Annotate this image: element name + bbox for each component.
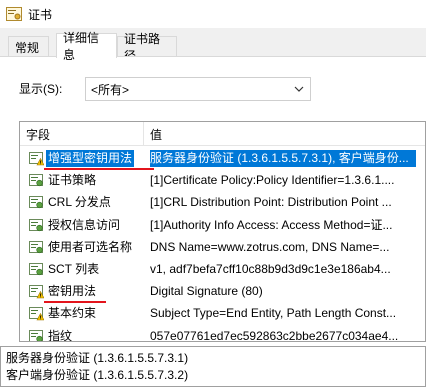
table-row[interactable]: 授权信息访问 [1]Authority Info Access: Access … bbox=[20, 214, 425, 236]
tab-general-label: 常规 bbox=[15, 40, 40, 55]
field-value: [1]CRL Distribution Point: Distribution … bbox=[150, 195, 392, 210]
cert-extension-icon bbox=[29, 196, 43, 209]
tab-certification-path[interactable]: 证书路径 bbox=[117, 32, 177, 63]
column-header-field[interactable]: 字段 bbox=[20, 122, 144, 146]
field-value: DNS Name=www.zotrus.com, DNS Name=... bbox=[150, 239, 390, 254]
field-value: [1]Authority Info Access: Access Method=… bbox=[150, 217, 393, 232]
chevron-down-icon bbox=[294, 86, 304, 92]
tab-details-label: 详细信息 bbox=[63, 31, 100, 62]
show-dropdown-value: <所有> bbox=[91, 82, 130, 97]
tab-general[interactable]: 常规 bbox=[8, 36, 49, 57]
window-title: 证书 bbox=[28, 7, 53, 22]
field-value: Digital Signature (80) bbox=[150, 284, 263, 299]
listview-rows: 增强型密钥用法 服务器身份验证 (1.3.6.1.5.5.7.3.1), 客户端… bbox=[20, 147, 425, 342]
field-name: 基本约束 bbox=[48, 306, 97, 321]
table-row[interactable]: 指纹 057e07761ed7ec592863c2bbe2677c034ae4.… bbox=[20, 325, 425, 342]
column-header-field-label: 字段 bbox=[26, 127, 51, 142]
detail-line: 客户端身份验证 (1.3.6.1.5.5.7.3.2) bbox=[6, 368, 189, 382]
field-name: 证书策略 bbox=[48, 173, 97, 188]
column-header-value[interactable]: 值 bbox=[144, 122, 425, 146]
certificate-icon bbox=[6, 7, 22, 21]
column-header-value-label: 值 bbox=[150, 127, 163, 142]
cert-extension-warning-icon bbox=[29, 152, 44, 166]
table-row[interactable]: 使用者可选名称 DNS Name=www.zotrus.com, DNS Nam… bbox=[20, 236, 425, 258]
show-dropdown[interactable]: <所有> bbox=[85, 77, 311, 101]
field-name: CRL 分发点 bbox=[48, 195, 111, 210]
cert-extension-icon bbox=[29, 307, 44, 321]
field-name: 使用者可选名称 bbox=[48, 239, 133, 254]
annotation-underline bbox=[44, 301, 106, 303]
field-value: v1, adf7befa7cff10c88b9d3d9c1e3e186ab4..… bbox=[150, 261, 391, 276]
field-name: 授权信息访问 bbox=[48, 217, 121, 232]
cert-extension-icon bbox=[29, 329, 43, 341]
table-row[interactable]: SCT 列表 v1, adf7befa7cff10c88b9d3d9c1e3e1… bbox=[20, 258, 425, 280]
table-row[interactable]: CRL 分发点 [1]CRL Distribution Point: Distr… bbox=[20, 191, 425, 213]
window-titlebar: 证书 bbox=[0, 0, 426, 28]
detail-line: 服务器身份验证 (1.3.6.1.5.5.7.3.1) bbox=[6, 351, 189, 365]
field-value: 057e07761ed7ec592863c2bbe2677c034ae4... bbox=[150, 328, 399, 342]
cert-extension-icon bbox=[29, 240, 43, 253]
table-row[interactable]: 增强型密钥用法 服务器身份验证 (1.3.6.1.5.5.7.3.1), 客户端… bbox=[20, 147, 425, 169]
cert-extension-icon bbox=[29, 174, 43, 187]
show-label: 显示(S): bbox=[19, 82, 63, 96]
table-row[interactable]: 证书策略 [1]Certificate Policy:Policy Identi… bbox=[20, 169, 425, 191]
field-name: 增强型密钥用法 bbox=[46, 150, 135, 167]
cert-extension-warning-icon bbox=[29, 285, 44, 299]
field-name: 密钥用法 bbox=[48, 284, 97, 299]
field-detail-textbox[interactable]: 服务器身份验证 (1.3.6.1.5.5.7.3.1) 客户端身份验证 (1.3… bbox=[0, 346, 426, 387]
cert-extension-icon bbox=[29, 262, 43, 276]
table-row[interactable]: 密钥用法 Digital Signature (80) bbox=[20, 280, 425, 302]
tab-strip: 常规 详细信息 证书路径 bbox=[0, 31, 426, 63]
table-row[interactable]: 基本约束 Subject Type=End Entity, Path Lengt… bbox=[20, 302, 425, 324]
field-value: [1]Certificate Policy:Policy Identifier=… bbox=[150, 173, 395, 188]
field-value: 服务器身份验证 (1.3.6.1.5.5.7.3.1), 客户端身份... bbox=[150, 150, 416, 167]
cert-extension-icon bbox=[29, 218, 43, 231]
annotation-underline bbox=[44, 168, 154, 170]
field-name: SCT 列表 bbox=[48, 261, 100, 276]
fields-listview[interactable]: 字段 值 增强型密钥用法 服务器身份验证 (1.3.6.1.5.5.7.3.1)… bbox=[19, 121, 426, 342]
field-value: Subject Type=End Entity, Path Length Con… bbox=[150, 306, 397, 321]
field-name: 指纹 bbox=[48, 328, 73, 342]
tab-details[interactable]: 详细信息 bbox=[56, 31, 117, 62]
listview-header: 字段 值 bbox=[20, 122, 425, 146]
